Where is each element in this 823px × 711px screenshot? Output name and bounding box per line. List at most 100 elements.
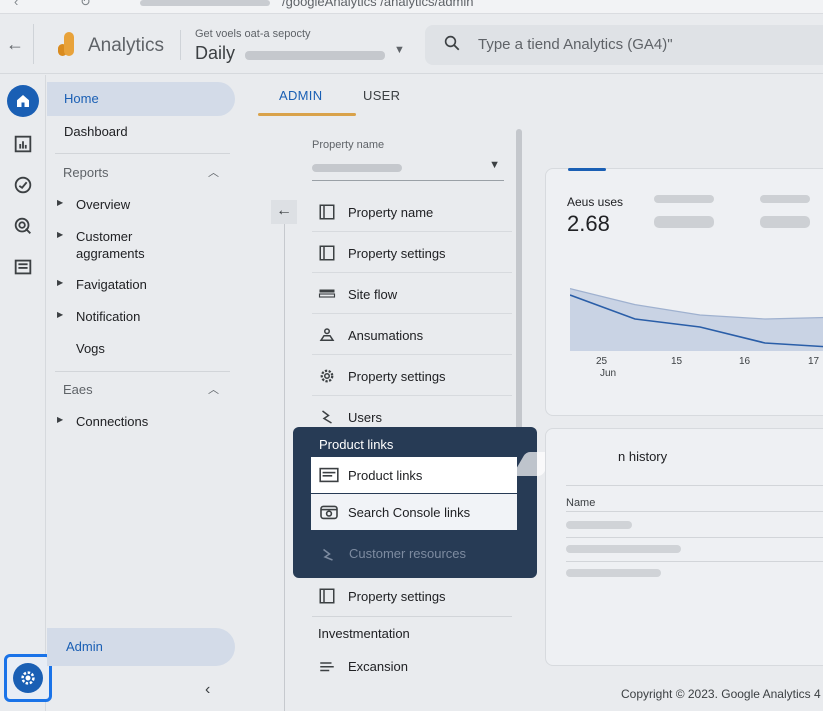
menu-excansion[interactable]: Excansion (312, 645, 512, 686)
home-rail-button[interactable] (7, 85, 39, 117)
app-title: Analytics (88, 35, 165, 56)
expand-triangle-icon: ▶ (57, 278, 64, 287)
table-line (566, 511, 823, 512)
list-icon[interactable] (12, 256, 34, 278)
left-rail (0, 75, 46, 711)
section-divider (312, 616, 512, 617)
property-value-redacted (312, 164, 402, 172)
x-tick-sub: Jun (600, 368, 617, 379)
menu-property-settings[interactable]: Property settings (312, 232, 512, 273)
reports-icon[interactable] (12, 133, 34, 155)
column-divider (284, 202, 285, 711)
account-name-redacted (245, 51, 385, 60)
users-link-icon (322, 410, 332, 424)
section-investmentation: Investmentation (318, 626, 410, 641)
nav-dashboard[interactable]: Dashboard (47, 115, 235, 149)
people-icon (319, 328, 335, 341)
search-icon (444, 35, 460, 51)
nav-home[interactable]: Home (47, 82, 235, 116)
table-line (566, 561, 823, 562)
admin-gear-button[interactable] (4, 654, 52, 702)
expand-triangle-icon: ▶ (57, 198, 64, 207)
nav-section-eaes[interactable]: Eaes ︿ (63, 382, 219, 397)
tab-admin[interactable]: ADMIN (279, 88, 322, 103)
menu-site-flow[interactable]: Site flow (312, 273, 512, 314)
history-column-name: Name (566, 497, 596, 509)
history-row-redacted (566, 569, 661, 577)
property-square-icon (319, 588, 335, 604)
menu-search-console-links[interactable]: Search Console links (311, 494, 517, 530)
arrow-left-icon: ← (276, 202, 292, 219)
table-line (566, 537, 823, 538)
data-streams-icon (318, 289, 336, 298)
x-tick: 17 (808, 356, 820, 367)
collapse-nav-icon[interactable]: ‹ (205, 681, 210, 699)
nav-admin[interactable]: Admin (47, 628, 235, 666)
browser-reload-icon[interactable]: ↻ (80, 0, 91, 10)
nav-divider (55, 153, 230, 154)
product-links-popup: Product links Product links Search Conso… (293, 427, 537, 578)
tab-underline (258, 113, 356, 116)
url-text: /googleAnalytics /analytics/admin (282, 0, 474, 9)
account-subtitle: Get voels oat-a sepocty (195, 28, 311, 40)
history-card: n history Name (545, 428, 823, 666)
tab-user[interactable]: USER (363, 88, 400, 103)
customer-resources-icon (323, 548, 333, 561)
chevron-up-icon[interactable]: ︿ (208, 164, 219, 180)
menu-product-links[interactable]: Product links (311, 457, 517, 493)
expansion-icon (320, 662, 334, 672)
metric-redacted (654, 195, 714, 203)
card-accent-bar (568, 168, 606, 171)
footer-copyright: Copyright © 2023. Google Analytics 4 (621, 687, 821, 701)
menu-ansumations[interactable]: Ansumations (312, 314, 512, 355)
x-tick: 16 (739, 356, 751, 367)
header-divider (180, 30, 181, 60)
metric-label: Aeus uses (567, 195, 624, 209)
gear-icon (13, 663, 43, 693)
history-row-redacted (566, 521, 632, 529)
metric-redacted (654, 216, 714, 228)
search-placeholder: Type a tiend Analytics (GA4)" (478, 36, 673, 53)
search-console-icon (320, 505, 338, 520)
account-name: Daily (195, 43, 236, 63)
expand-triangle-icon: ▶ (57, 310, 64, 319)
advertising-icon[interactable] (12, 215, 34, 237)
expand-triangle-icon: ▶ (57, 230, 64, 239)
home-icon (17, 95, 29, 107)
explore-icon[interactable] (12, 174, 34, 196)
url-redacted (140, 0, 270, 6)
menu-property-settings-2[interactable]: Property settings (312, 355, 512, 396)
property-select[interactable]: ▼ (312, 157, 504, 181)
x-tick: 15 (671, 356, 683, 367)
expand-triangle-icon: ▶ (57, 415, 64, 424)
property-select-label: Property name (312, 139, 385, 151)
chevron-up-icon[interactable]: ︿ (208, 381, 219, 397)
nav-section-reports[interactable]: Reports ︿ (63, 165, 219, 180)
menu-customer-resources[interactable]: Customer resources (349, 546, 466, 561)
analytics-logo-icon (58, 32, 74, 56)
nav-divider (55, 371, 230, 372)
x-tick: 25 (596, 356, 608, 367)
gear-icon (320, 369, 334, 383)
menu-property-name[interactable]: Property name (312, 191, 512, 232)
menu-property-settings-3[interactable]: Property settings (312, 575, 512, 616)
property-square-icon (319, 204, 335, 220)
browser-url-bar[interactable]: ‹ ↻ /googleAnalytics /analytics/admin (0, 0, 823, 14)
header-divider (33, 24, 34, 64)
main-content: ADMIN USER ← Property name ▼ Property na… (240, 75, 823, 711)
caret-down-icon[interactable]: ▼ (394, 44, 405, 56)
side-navigation: Home Dashboard Reports ︿ ▶ Overview ▶ Custo… (47, 75, 240, 711)
collapse-column-button[interactable]: ← (271, 200, 297, 224)
history-row-redacted (566, 545, 681, 553)
browser-back-icon[interactable]: ‹ (14, 0, 18, 9)
table-line (566, 485, 823, 486)
metric-redacted (760, 195, 810, 203)
metric-value: 2.68 (567, 211, 610, 236)
link-card-icon (319, 467, 339, 483)
metric-redacted (760, 216, 810, 228)
back-arrow-icon[interactable]: ← (6, 34, 24, 55)
search-box[interactable]: Type a tiend Analytics (GA4)" (425, 25, 823, 65)
history-title: n history (618, 449, 668, 464)
popup-title: Product links (319, 437, 394, 452)
caret-down-icon: ▼ (489, 159, 500, 171)
